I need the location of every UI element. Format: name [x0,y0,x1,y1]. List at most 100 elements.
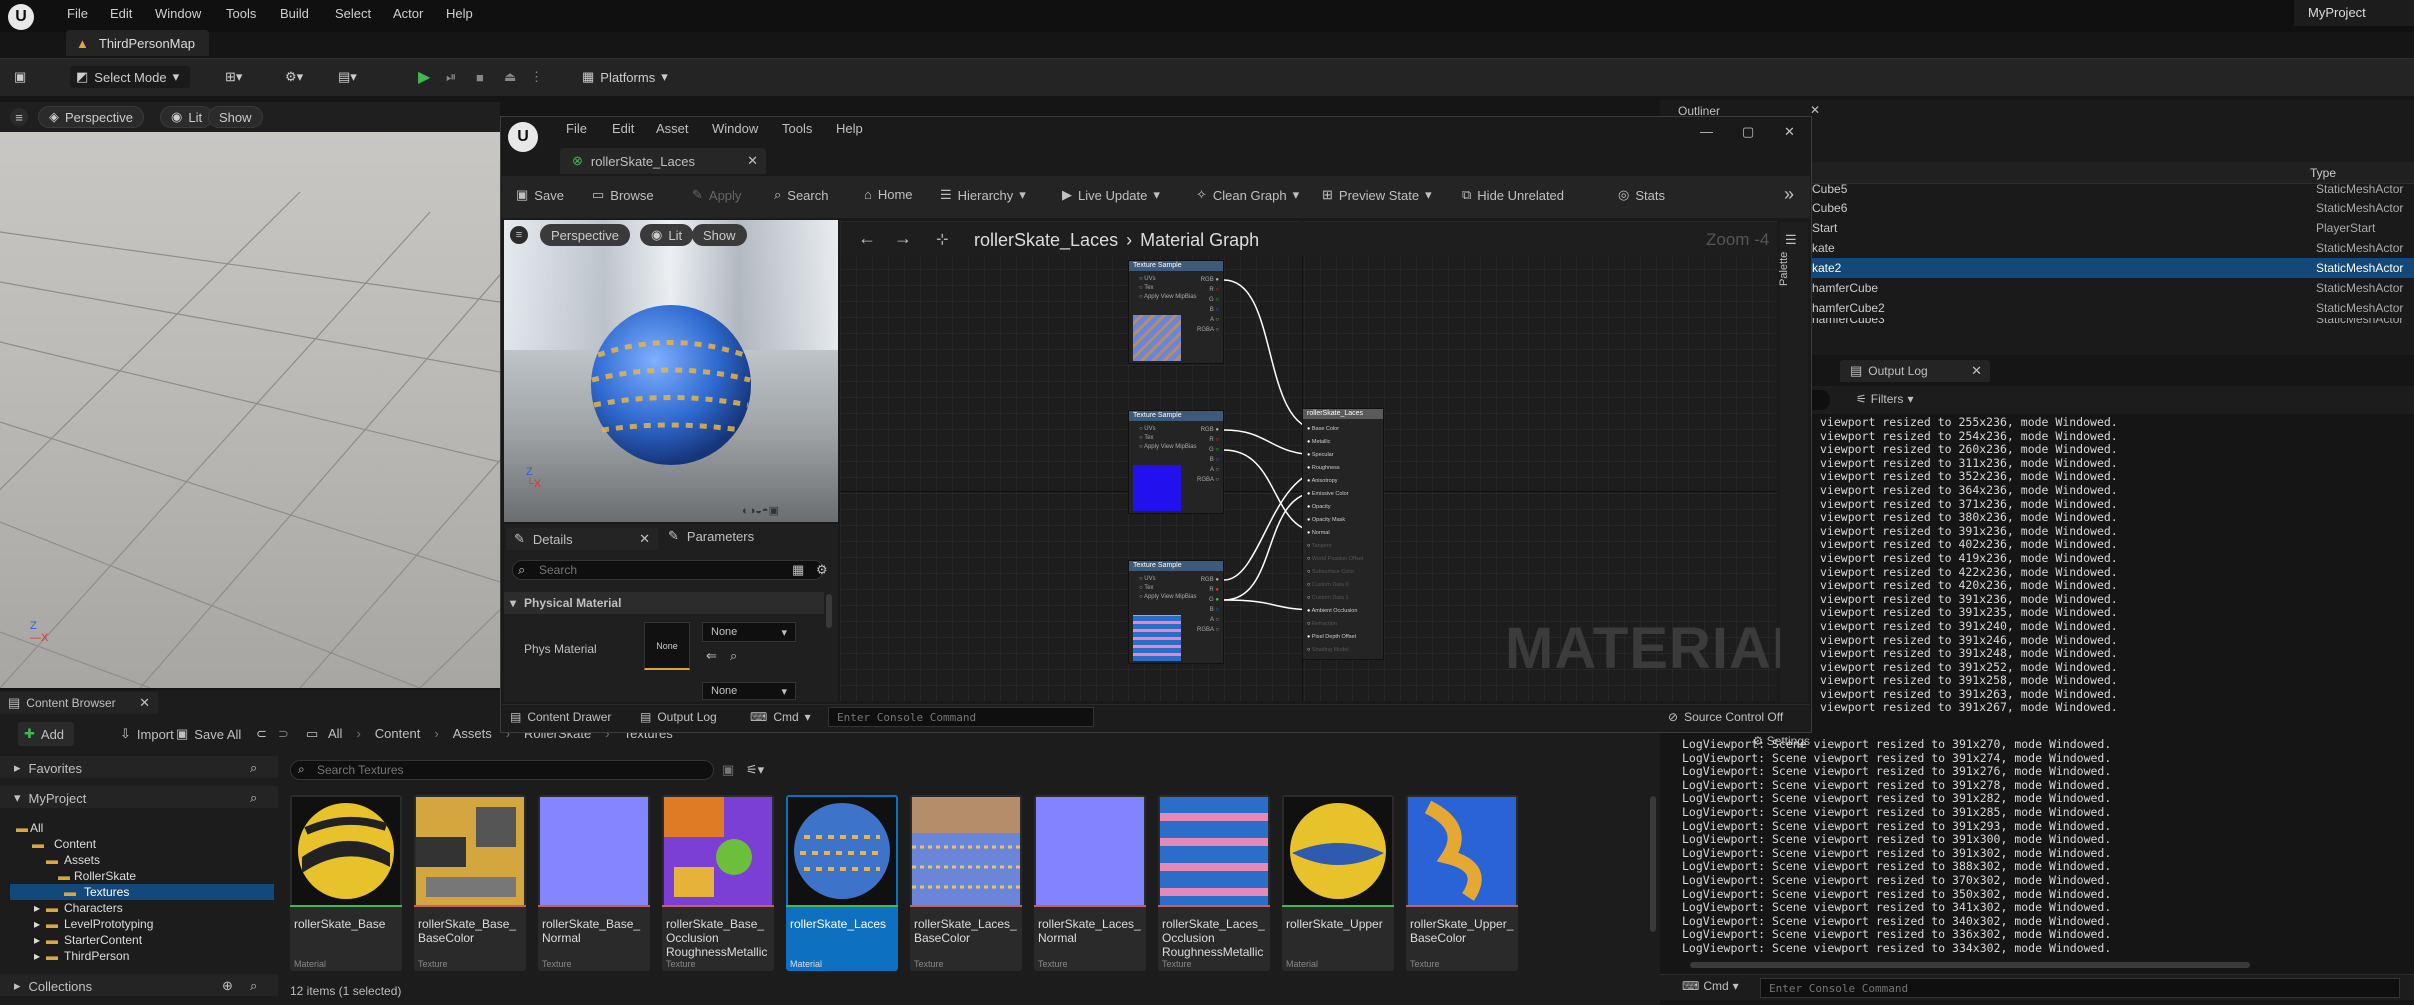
perspective-button[interactable]: ◈ Perspective [38,106,144,128]
tab-rollerskate-laces[interactable]: ⊗ rollerSkate_Laces ✕ [560,148,766,174]
menu-select[interactable]: Select [335,6,371,21]
menu-help[interactable]: Help [446,6,473,21]
forward-arrow-icon[interactable]: → [894,228,912,249]
favorites-header[interactable]: ▸ Favorites [14,760,82,776]
tree-item-thirdperson[interactable]: ▸ ▬ ThirdPerson [0,948,278,964]
menu-window[interactable]: Window [712,121,758,136]
browse-button[interactable]: ▭ Browse [592,187,654,203]
tree-item-levelprototyping[interactable]: ▸ ▬ LevelPrototyping [0,916,278,932]
cmd-dropdown[interactable]: ⌨ Cmd ▾ [750,710,811,724]
palette-icon[interactable]: ☰ [1785,232,1797,248]
preview-show-button[interactable]: Show [692,224,747,246]
clean-graph-dropdown[interactable]: ✧ Clean Graph ▾ [1196,187,1299,203]
texture-sample-node[interactable]: Texture Sample ○ UVs ○ Tex ○ Apply View Mi… [1128,260,1224,364]
preview-state-dropdown[interactable]: ⊞ Preview State ▾ [1322,187,1432,203]
palette-label[interactable]: Palette [1778,252,1790,286]
search-icon[interactable]: ⌕ [250,790,257,806]
use-selected-icon[interactable]: ⇐ [706,648,717,664]
tree-item-characters[interactable]: ▸ ▬ Characters [0,900,278,916]
gear-icon[interactable]: ⚙ [816,562,828,578]
asset-tile[interactable]: rollerSkate_Base_ Normal Texture [538,795,650,971]
overflow-chevron-icon[interactable]: » [1784,184,1794,205]
phys-material-thumbnail[interactable]: None [644,622,690,670]
cinematics-icon[interactable]: ▤▾ [338,66,357,88]
tab-content-browser[interactable]: ▤ Content Browser ✕ [0,692,158,714]
back-arrow-icon[interactable]: ← [858,228,876,249]
lit-button[interactable]: ◉ Lit [160,106,214,128]
add-button[interactable]: ✚ Add [18,722,74,746]
second-dropdown[interactable]: None ▾ [702,682,796,700]
asset-tile[interactable]: rollerSkate_Base_ BaseColor Texture [414,795,526,971]
tab-parameters[interactable]: ✎ Parameters [668,528,754,544]
filter-icon[interactable]: ⚟▾ [746,762,764,778]
hamburger-icon[interactable]: ≡ [510,226,528,244]
project-header[interactable]: ▾ MyProject [14,790,86,806]
output-log-button[interactable]: ▤ Output Log [640,710,717,724]
close-window-icon[interactable]: ✕ [1784,124,1795,140]
close-icon[interactable]: ✕ [639,531,650,547]
tab-thirdpersonmap[interactable]: ▲ ThirdPersonMap [66,30,209,56]
preview-lit-button[interactable]: ◉ Lit [640,224,694,246]
texture-sample-node[interactable]: Texture Sample ○ UVs ○ Tex ○ Apply View Mi… [1128,410,1224,514]
live-update-dropdown[interactable]: ▶ Live Update ▾ [1062,187,1160,203]
preview-mesh-buttons[interactable]: ◐◑◒◓▣ [742,504,779,517]
forward-icon[interactable]: ⊃ [278,726,289,742]
details-scrollbar[interactable] [826,594,832,628]
apply-button[interactable]: ✎ Apply [692,187,741,203]
menu-tools[interactable]: Tools [782,121,812,136]
home-button[interactable]: ⌂ Home [864,187,913,202]
texture-sample-node[interactable]: Texture Sample ○ UVs ○ Tex ○ Apply View Mi… [1128,560,1224,664]
tree-item-rollerskate[interactable]: ▬ RollerSkate [0,868,278,884]
table-view-icon[interactable]: ▦ [792,562,804,578]
phys-material-dropdown[interactable]: None ▾ [702,622,796,642]
asset-search-input[interactable] [290,760,714,780]
eject-icon[interactable]: ⏏ [504,66,516,88]
crumb-assets[interactable]: Assets [453,726,492,741]
tree-item-startercontent[interactable]: ▸ ▬ StarterContent [0,932,278,948]
material-result-node[interactable]: rollerSkate_Laces ● Base Color ● Metallic… [1302,408,1384,660]
physical-material-section[interactable]: ▾ Physical Material [510,596,621,610]
save-button[interactable]: ▣ Save [516,187,564,203]
save-search-icon[interactable]: ▣ [722,762,734,778]
menu-asset[interactable]: Asset [656,121,689,136]
material-preview-viewport[interactable]: Z └X ◐◑◒◓▣ [504,220,838,522]
asset-tile[interactable]: rollerSkate_Laces_ Normal Texture [1034,795,1146,971]
crumb-content[interactable]: Content [375,726,421,741]
hamburger-icon[interactable]: ≡ [10,108,28,126]
cmd-dropdown[interactable]: ⌨ Cmd ▾ [1682,979,1739,993]
play-icon[interactable]: ▶ [418,66,430,88]
platforms-dropdown[interactable]: ▦ Platforms ▾ [582,66,668,88]
search-button[interactable]: ⌕ Search [774,187,828,203]
close-icon[interactable]: ✕ [747,153,758,169]
menu-file[interactable]: File [566,121,587,136]
menu-window[interactable]: Window [155,6,201,21]
select-mode-dropdown[interactable]: ◩ Select Mode ▾ [70,66,190,88]
search-icon[interactable]: ⌕ [250,978,257,994]
close-icon[interactable]: ✕ [1971,363,1982,379]
stats-button[interactable]: ◎ Stats [1618,187,1665,203]
hide-unrelated-button[interactable]: ⧉ Hide Unrelated [1462,187,1564,203]
hierarchy-dropdown[interactable]: ☰ Hierarchy ▾ [940,187,1026,203]
add-actor-icon[interactable]: ⊞▾ [225,66,242,88]
tree-item-assets[interactable]: ▬ Assets [0,852,278,868]
level-viewport[interactable]: Z —X [0,132,500,688]
step-icon[interactable]: ⏯ [446,66,456,88]
tree-item-all[interactable]: ▬ All [0,820,278,836]
type-column-header[interactable]: Type [2310,166,2336,180]
close-icon[interactable]: ✕ [1810,103,1820,117]
asset-tile[interactable]: rollerSkate_Upper Material [1282,795,1394,971]
blueprint-icon[interactable]: ⚙▾ [285,66,303,88]
asset-tile[interactable]: rollerSkate_Laces_ Occlusion RoughnessMe… [1158,795,1270,971]
preview-perspective-button[interactable]: Perspective [540,224,630,246]
search-icon[interactable]: ⌕ [250,760,257,776]
tree-item-content[interactable]: ▬ Content [0,836,278,852]
console-input[interactable] [1760,978,2400,998]
back-icon[interactable]: ⊂ [256,726,267,742]
log-horizontal-scrollbar[interactable] [1690,962,2250,968]
asset-scrollbar[interactable] [1650,796,1656,932]
maximize-icon[interactable]: ▢ [1742,124,1754,140]
tree-item-textures-selected[interactable]: ▬ Textures [10,884,274,900]
menu-help[interactable]: Help [836,121,863,136]
tab-output-log[interactable]: ▤ Output Log ✕ [1840,360,1990,382]
content-drawer-button[interactable]: ▤ Content Drawer [510,710,611,724]
